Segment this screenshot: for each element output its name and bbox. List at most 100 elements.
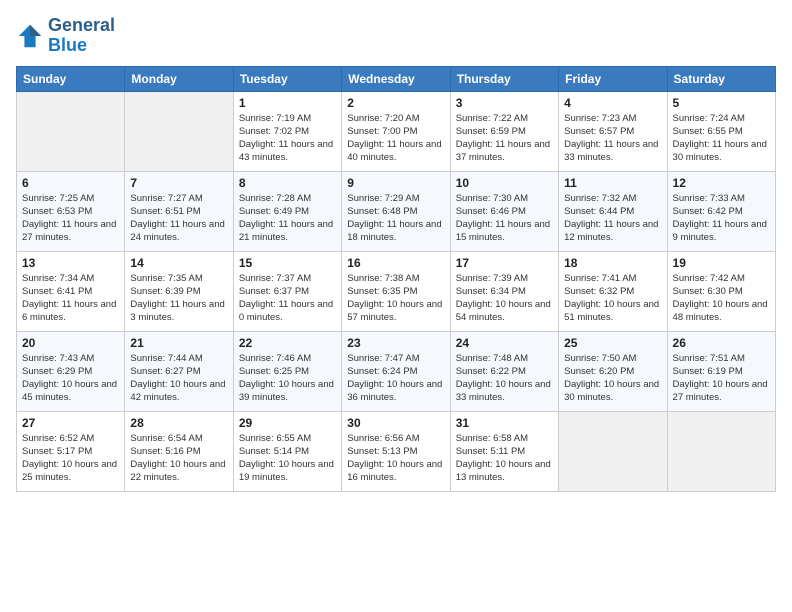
day-info: Sunrise: 7:51 AM Sunset: 6:19 PM Dayligh…	[673, 352, 770, 405]
weekday-header-row: SundayMondayTuesdayWednesdayThursdayFrid…	[17, 66, 776, 91]
calendar-cell: 3 Sunrise: 7:22 AM Sunset: 6:59 PM Dayli…	[450, 91, 558, 171]
calendar-cell: 19 Sunrise: 7:42 AM Sunset: 6:30 PM Dayl…	[667, 251, 775, 331]
logo: General Blue	[16, 16, 115, 56]
calendar-cell: 13 Sunrise: 7:34 AM Sunset: 6:41 PM Dayl…	[17, 251, 125, 331]
day-number: 10	[456, 176, 553, 190]
logo-text-general: General	[48, 16, 115, 36]
day-info: Sunrise: 6:55 AM Sunset: 5:14 PM Dayligh…	[239, 432, 336, 485]
calendar-cell	[667, 411, 775, 491]
calendar-cell: 18 Sunrise: 7:41 AM Sunset: 6:32 PM Dayl…	[559, 251, 667, 331]
day-info: Sunrise: 6:54 AM Sunset: 5:16 PM Dayligh…	[130, 432, 227, 485]
calendar-cell: 27 Sunrise: 6:52 AM Sunset: 5:17 PM Dayl…	[17, 411, 125, 491]
calendar-cell: 4 Sunrise: 7:23 AM Sunset: 6:57 PM Dayli…	[559, 91, 667, 171]
day-number: 7	[130, 176, 227, 190]
calendar-body: 1 Sunrise: 7:19 AM Sunset: 7:02 PM Dayli…	[17, 91, 776, 491]
calendar-cell: 26 Sunrise: 7:51 AM Sunset: 6:19 PM Dayl…	[667, 331, 775, 411]
day-number: 4	[564, 96, 661, 110]
calendar-week-2: 6 Sunrise: 7:25 AM Sunset: 6:53 PM Dayli…	[17, 171, 776, 251]
day-info: Sunrise: 7:46 AM Sunset: 6:25 PM Dayligh…	[239, 352, 336, 405]
calendar-cell	[17, 91, 125, 171]
day-info: Sunrise: 6:58 AM Sunset: 5:11 PM Dayligh…	[456, 432, 553, 485]
day-info: Sunrise: 6:52 AM Sunset: 5:17 PM Dayligh…	[22, 432, 119, 485]
calendar-cell: 25 Sunrise: 7:50 AM Sunset: 6:20 PM Dayl…	[559, 331, 667, 411]
day-info: Sunrise: 7:28 AM Sunset: 6:49 PM Dayligh…	[239, 192, 336, 245]
day-info: Sunrise: 7:33 AM Sunset: 6:42 PM Dayligh…	[673, 192, 770, 245]
day-number: 24	[456, 336, 553, 350]
calendar-cell: 7 Sunrise: 7:27 AM Sunset: 6:51 PM Dayli…	[125, 171, 233, 251]
day-info: Sunrise: 7:23 AM Sunset: 6:57 PM Dayligh…	[564, 112, 661, 165]
calendar-week-5: 27 Sunrise: 6:52 AM Sunset: 5:17 PM Dayl…	[17, 411, 776, 491]
calendar-week-3: 13 Sunrise: 7:34 AM Sunset: 6:41 PM Dayl…	[17, 251, 776, 331]
day-info: Sunrise: 7:29 AM Sunset: 6:48 PM Dayligh…	[347, 192, 444, 245]
day-number: 5	[673, 96, 770, 110]
calendar-cell: 31 Sunrise: 6:58 AM Sunset: 5:11 PM Dayl…	[450, 411, 558, 491]
day-number: 29	[239, 416, 336, 430]
day-number: 15	[239, 256, 336, 270]
day-number: 3	[456, 96, 553, 110]
calendar-cell: 16 Sunrise: 7:38 AM Sunset: 6:35 PM Dayl…	[342, 251, 450, 331]
day-info: Sunrise: 7:30 AM Sunset: 6:46 PM Dayligh…	[456, 192, 553, 245]
day-info: Sunrise: 7:19 AM Sunset: 7:02 PM Dayligh…	[239, 112, 336, 165]
weekday-sunday: Sunday	[17, 66, 125, 91]
day-number: 25	[564, 336, 661, 350]
calendar-cell: 9 Sunrise: 7:29 AM Sunset: 6:48 PM Dayli…	[342, 171, 450, 251]
day-number: 2	[347, 96, 444, 110]
calendar-cell: 1 Sunrise: 7:19 AM Sunset: 7:02 PM Dayli…	[233, 91, 341, 171]
day-number: 6	[22, 176, 119, 190]
day-info: Sunrise: 7:48 AM Sunset: 6:22 PM Dayligh…	[456, 352, 553, 405]
day-info: Sunrise: 7:34 AM Sunset: 6:41 PM Dayligh…	[22, 272, 119, 325]
day-number: 16	[347, 256, 444, 270]
day-info: Sunrise: 7:50 AM Sunset: 6:20 PM Dayligh…	[564, 352, 661, 405]
calendar-cell: 12 Sunrise: 7:33 AM Sunset: 6:42 PM Dayl…	[667, 171, 775, 251]
calendar-cell: 20 Sunrise: 7:43 AM Sunset: 6:29 PM Dayl…	[17, 331, 125, 411]
day-number: 20	[22, 336, 119, 350]
calendar-cell: 11 Sunrise: 7:32 AM Sunset: 6:44 PM Dayl…	[559, 171, 667, 251]
day-info: Sunrise: 7:27 AM Sunset: 6:51 PM Dayligh…	[130, 192, 227, 245]
calendar-cell: 29 Sunrise: 6:55 AM Sunset: 5:14 PM Dayl…	[233, 411, 341, 491]
day-info: Sunrise: 7:44 AM Sunset: 6:27 PM Dayligh…	[130, 352, 227, 405]
day-number: 27	[22, 416, 119, 430]
day-info: Sunrise: 6:56 AM Sunset: 5:13 PM Dayligh…	[347, 432, 444, 485]
day-info: Sunrise: 7:43 AM Sunset: 6:29 PM Dayligh…	[22, 352, 119, 405]
calendar-week-1: 1 Sunrise: 7:19 AM Sunset: 7:02 PM Dayli…	[17, 91, 776, 171]
logo-icon	[16, 22, 44, 50]
weekday-wednesday: Wednesday	[342, 66, 450, 91]
weekday-monday: Monday	[125, 66, 233, 91]
calendar-cell: 6 Sunrise: 7:25 AM Sunset: 6:53 PM Dayli…	[17, 171, 125, 251]
calendar-cell: 14 Sunrise: 7:35 AM Sunset: 6:39 PM Dayl…	[125, 251, 233, 331]
calendar-cell: 10 Sunrise: 7:30 AM Sunset: 6:46 PM Dayl…	[450, 171, 558, 251]
calendar-cell: 28 Sunrise: 6:54 AM Sunset: 5:16 PM Dayl…	[125, 411, 233, 491]
weekday-tuesday: Tuesday	[233, 66, 341, 91]
calendar-week-4: 20 Sunrise: 7:43 AM Sunset: 6:29 PM Dayl…	[17, 331, 776, 411]
day-number: 18	[564, 256, 661, 270]
day-number: 17	[456, 256, 553, 270]
calendar-cell: 17 Sunrise: 7:39 AM Sunset: 6:34 PM Dayl…	[450, 251, 558, 331]
calendar-cell: 24 Sunrise: 7:48 AM Sunset: 6:22 PM Dayl…	[450, 331, 558, 411]
day-number: 31	[456, 416, 553, 430]
day-info: Sunrise: 7:24 AM Sunset: 6:55 PM Dayligh…	[673, 112, 770, 165]
day-number: 11	[564, 176, 661, 190]
calendar-cell: 5 Sunrise: 7:24 AM Sunset: 6:55 PM Dayli…	[667, 91, 775, 171]
calendar-cell: 2 Sunrise: 7:20 AM Sunset: 7:00 PM Dayli…	[342, 91, 450, 171]
day-number: 14	[130, 256, 227, 270]
weekday-saturday: Saturday	[667, 66, 775, 91]
calendar-table: SundayMondayTuesdayWednesdayThursdayFrid…	[16, 66, 776, 492]
calendar-cell: 22 Sunrise: 7:46 AM Sunset: 6:25 PM Dayl…	[233, 331, 341, 411]
day-number: 13	[22, 256, 119, 270]
day-number: 1	[239, 96, 336, 110]
day-info: Sunrise: 7:32 AM Sunset: 6:44 PM Dayligh…	[564, 192, 661, 245]
calendar-cell	[125, 91, 233, 171]
calendar-cell	[559, 411, 667, 491]
day-info: Sunrise: 7:22 AM Sunset: 6:59 PM Dayligh…	[456, 112, 553, 165]
day-number: 23	[347, 336, 444, 350]
day-info: Sunrise: 7:41 AM Sunset: 6:32 PM Dayligh…	[564, 272, 661, 325]
day-number: 12	[673, 176, 770, 190]
day-info: Sunrise: 7:39 AM Sunset: 6:34 PM Dayligh…	[456, 272, 553, 325]
day-number: 28	[130, 416, 227, 430]
weekday-thursday: Thursday	[450, 66, 558, 91]
day-info: Sunrise: 7:20 AM Sunset: 7:00 PM Dayligh…	[347, 112, 444, 165]
calendar-cell: 8 Sunrise: 7:28 AM Sunset: 6:49 PM Dayli…	[233, 171, 341, 251]
calendar-cell: 23 Sunrise: 7:47 AM Sunset: 6:24 PM Dayl…	[342, 331, 450, 411]
calendar-cell: 15 Sunrise: 7:37 AM Sunset: 6:37 PM Dayl…	[233, 251, 341, 331]
day-info: Sunrise: 7:37 AM Sunset: 6:37 PM Dayligh…	[239, 272, 336, 325]
